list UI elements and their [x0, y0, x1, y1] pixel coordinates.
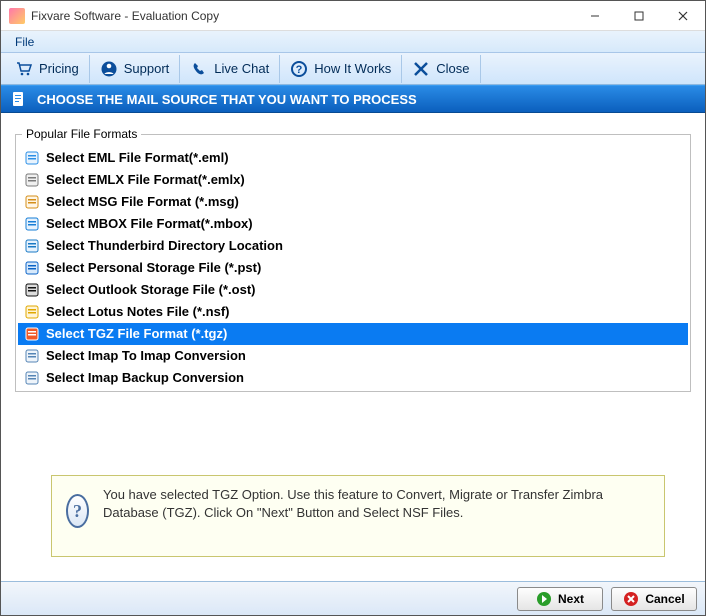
toolbar-pricing[interactable]: Pricing	[5, 55, 90, 83]
x-icon	[412, 60, 430, 78]
minimize-button[interactable]	[573, 2, 617, 30]
cancel-x-icon	[623, 591, 639, 607]
file-format-icon	[24, 348, 40, 364]
app-window: Fixvare Software - Evaluation Copy File …	[0, 0, 706, 616]
app-icon	[9, 8, 25, 24]
toolbar-livechat[interactable]: Live Chat	[180, 55, 280, 83]
format-option-label: Select Imap To Imap Conversion	[46, 347, 246, 365]
toolbar-pricing-label: Pricing	[39, 61, 79, 76]
section-header: CHOOSE THE MAIL SOURCE THAT YOU WANT TO …	[1, 85, 705, 113]
info-text: You have selected TGZ Option. Use this f…	[103, 484, 650, 521]
question-icon: ?	[290, 60, 308, 78]
file-format-icon	[24, 282, 40, 298]
format-option-label: Select EMLX File Format(*.emlx)	[46, 171, 245, 189]
format-option-label: Select Thunderbird Directory Location	[46, 237, 283, 255]
cancel-button[interactable]: Cancel	[611, 587, 697, 611]
format-option-label: Select TGZ File Format (*.tgz)	[46, 325, 227, 343]
file-format-icon	[24, 238, 40, 254]
menubar: File	[1, 31, 705, 53]
close-icon	[678, 11, 688, 21]
format-option-label: Select EML File Format(*.eml)	[46, 149, 229, 167]
cancel-button-label: Cancel	[645, 592, 684, 606]
minimize-icon	[590, 11, 600, 21]
file-format-icon	[24, 150, 40, 166]
titlebar: Fixvare Software - Evaluation Copy	[1, 1, 705, 31]
support-icon	[100, 60, 118, 78]
format-option[interactable]: Select MBOX File Format(*.mbox)	[18, 213, 688, 235]
window-title: Fixvare Software - Evaluation Copy	[31, 9, 573, 23]
next-button-label: Next	[558, 592, 584, 606]
toolbar-livechat-label: Live Chat	[214, 61, 269, 76]
next-arrow-icon	[536, 591, 552, 607]
maximize-icon	[634, 11, 644, 21]
section-title: CHOOSE THE MAIL SOURCE THAT YOU WANT TO …	[37, 92, 417, 107]
file-format-icon	[24, 216, 40, 232]
format-option[interactable]: Select Lotus Notes File (*.nsf)	[18, 301, 688, 323]
svg-text:?: ?	[296, 64, 303, 76]
info-icon: ?	[66, 494, 89, 528]
formats-list: Select EML File Format(*.eml) Select EMLX…	[18, 147, 688, 389]
format-option[interactable]: Select MSG File Format (*.msg)	[18, 191, 688, 213]
format-option[interactable]: Select TGZ File Format (*.tgz)	[18, 323, 688, 345]
file-format-icon	[24, 194, 40, 210]
format-option-label: Select Outlook Storage File (*.ost)	[46, 281, 255, 299]
format-option[interactable]: Select Thunderbird Directory Location	[18, 235, 688, 257]
document-icon	[9, 90, 27, 108]
format-option-label: Select MSG File Format (*.msg)	[46, 193, 239, 211]
toolbar: Pricing Support Live Chat ? How It Works…	[1, 53, 705, 85]
toolbar-howitworks-label: How It Works	[314, 61, 391, 76]
footer: Next Cancel	[1, 581, 705, 615]
format-option-label: Select Imap Backup Conversion	[46, 369, 244, 387]
phone-icon	[190, 60, 208, 78]
formats-legend: Popular File Formats	[22, 127, 141, 141]
format-option-label: Select Personal Storage File (*.pst)	[46, 259, 261, 277]
file-format-icon	[24, 172, 40, 188]
toolbar-howitworks[interactable]: ? How It Works	[280, 55, 402, 83]
content-area: Popular File Formats Select EML File For…	[1, 113, 705, 581]
format-option-label: Select Lotus Notes File (*.nsf)	[46, 303, 229, 321]
format-option[interactable]: Select Imap Backup Conversion	[18, 367, 688, 389]
file-format-icon	[24, 260, 40, 276]
format-option[interactable]: Select Imap To Imap Conversion	[18, 345, 688, 367]
file-format-icon	[24, 304, 40, 320]
file-format-icon	[24, 370, 40, 386]
format-option[interactable]: Select EML File Format(*.eml)	[18, 147, 688, 169]
info-panel: ? You have selected TGZ Option. Use this…	[51, 475, 665, 557]
format-option[interactable]: Select Personal Storage File (*.pst)	[18, 257, 688, 279]
toolbar-close[interactable]: Close	[402, 55, 480, 83]
toolbar-close-label: Close	[436, 61, 469, 76]
toolbar-support-label: Support	[124, 61, 170, 76]
formats-group: Popular File Formats Select EML File For…	[15, 127, 691, 392]
format-option-label: Select MBOX File Format(*.mbox)	[46, 215, 253, 233]
close-window-button[interactable]	[661, 2, 705, 30]
toolbar-support[interactable]: Support	[90, 55, 181, 83]
window-controls	[573, 2, 705, 30]
format-option[interactable]: Select Outlook Storage File (*.ost)	[18, 279, 688, 301]
format-option[interactable]: Select EMLX File Format(*.emlx)	[18, 169, 688, 191]
cart-icon	[15, 60, 33, 78]
file-format-icon	[24, 326, 40, 342]
maximize-button[interactable]	[617, 2, 661, 30]
next-button[interactable]: Next	[517, 587, 603, 611]
menu-file[interactable]: File	[7, 33, 42, 51]
